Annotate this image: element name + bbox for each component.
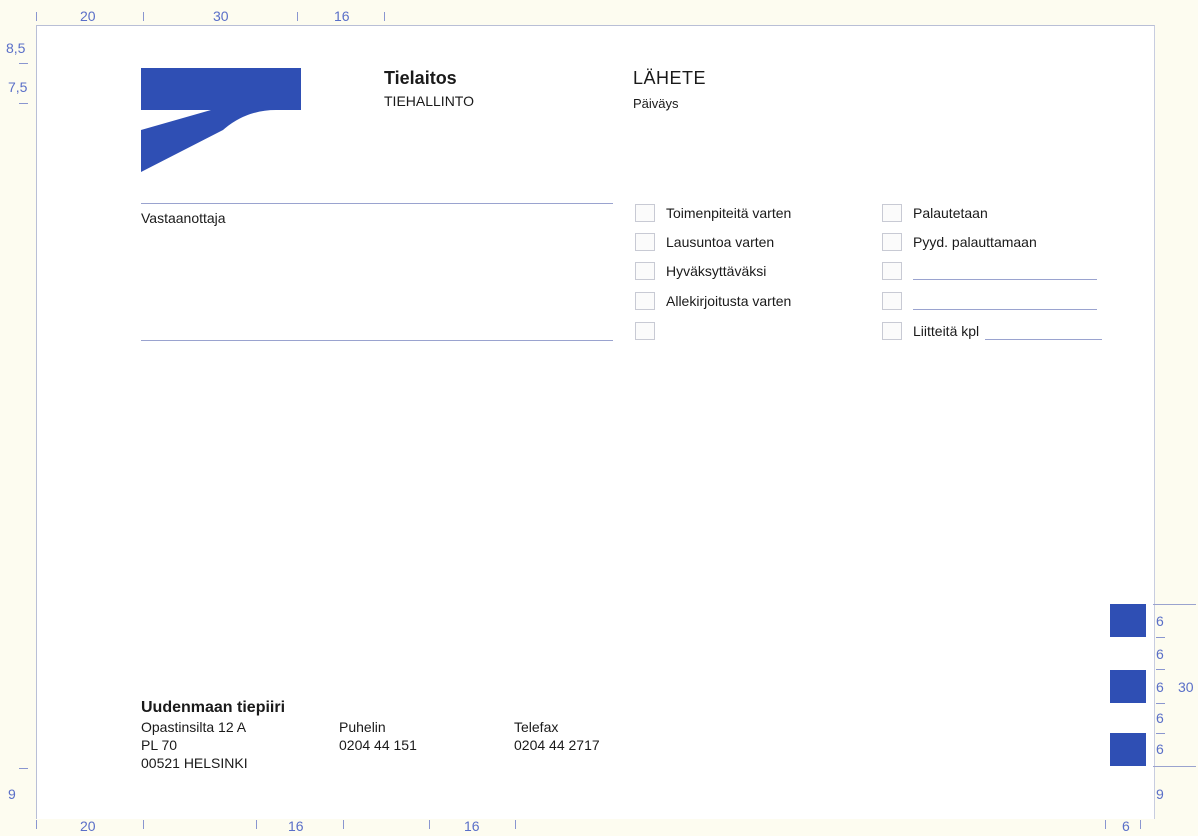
checkbox[interactable] bbox=[882, 204, 902, 222]
checkbox-row[interactable]: Hyväksyttäväksi bbox=[635, 261, 766, 281]
checkbox-label: Palautetaan bbox=[913, 205, 988, 221]
margin-tick bbox=[429, 820, 430, 829]
folding-mark-bar bbox=[1110, 733, 1146, 766]
margin-rule bbox=[1153, 604, 1196, 605]
fax-number: 0204 44 2717 bbox=[514, 737, 600, 753]
margin-tick bbox=[297, 12, 298, 21]
organization-name: Tielaitos bbox=[384, 68, 457, 88]
checkbox[interactable] bbox=[635, 322, 655, 340]
bottom-dimension-4: 6 bbox=[1122, 818, 1130, 834]
address-line: PL 70 bbox=[141, 737, 178, 753]
margin-tick bbox=[143, 12, 144, 21]
margin-tick bbox=[1140, 820, 1141, 829]
margin-rule bbox=[1153, 766, 1196, 767]
margin-tick bbox=[515, 820, 516, 829]
margin-tick bbox=[36, 820, 37, 829]
left-dimension-bottom: 9 bbox=[8, 786, 16, 802]
bottom-dimension-2: 16 bbox=[288, 818, 304, 834]
right-dimension: 6 bbox=[1156, 613, 1164, 629]
margin-tick bbox=[343, 820, 344, 829]
fax-label: Telefax bbox=[514, 719, 559, 735]
checkbox-row-attachments[interactable]: Liitteitä kpl bbox=[882, 321, 1103, 341]
bottom-dimension-1: 20 bbox=[80, 818, 96, 834]
attachments-count-line[interactable] bbox=[985, 338, 1103, 340]
margin-tick bbox=[36, 12, 37, 21]
checkbox[interactable] bbox=[882, 262, 902, 280]
checkbox-row[interactable]: Lausuntoa varten bbox=[635, 232, 774, 252]
checkbox-label: Lausuntoa varten bbox=[666, 234, 775, 250]
margin-tick bbox=[1156, 637, 1165, 638]
checkbox-row-blank[interactable] bbox=[882, 291, 1097, 311]
margin-tick bbox=[384, 12, 385, 21]
right-dimension-total: 30 bbox=[1178, 679, 1194, 695]
checkbox-label: Hyväksyttäväksi bbox=[666, 263, 767, 279]
phone-number: 0204 44 151 bbox=[339, 737, 417, 753]
margin-tick bbox=[19, 768, 28, 769]
margin-tick bbox=[1156, 703, 1165, 704]
recipient-top-line bbox=[141, 203, 613, 204]
margin-tick bbox=[19, 63, 28, 64]
document-title: LÄHETE bbox=[633, 68, 707, 88]
recipient-bottom-line bbox=[141, 340, 613, 341]
margin-tick bbox=[1105, 820, 1106, 829]
checkbox-label: Pyyd. palauttamaan bbox=[913, 234, 1037, 250]
right-dimension: 6 bbox=[1156, 646, 1164, 662]
top-dimension-3: 16 bbox=[334, 8, 350, 24]
margin-tick bbox=[19, 103, 28, 104]
recipient-label: Vastaanottaja bbox=[141, 210, 226, 226]
checkbox-row[interactable]: Palautetaan bbox=[882, 203, 988, 223]
department-name: TIEHALLINTO bbox=[384, 93, 474, 109]
right-dimension: 6 bbox=[1156, 679, 1164, 695]
top-dimension-1: 20 bbox=[80, 8, 96, 24]
checkbox[interactable] bbox=[882, 322, 902, 340]
checkbox-row[interactable] bbox=[635, 321, 666, 341]
checkbox[interactable] bbox=[882, 233, 902, 251]
right-dimension-bottom: 9 bbox=[1156, 786, 1164, 802]
write-in-line[interactable] bbox=[913, 278, 1097, 280]
checkbox-label: Allekirjoitusta varten bbox=[666, 293, 792, 309]
write-in-line[interactable] bbox=[913, 308, 1097, 310]
folding-mark-bar bbox=[1110, 670, 1146, 703]
left-dimension-2: 7,5 bbox=[8, 79, 28, 95]
checkbox-row[interactable]: Pyyd. palauttamaan bbox=[882, 232, 1037, 252]
checkbox[interactable] bbox=[635, 262, 655, 280]
checkbox-label: Liitteitä kpl bbox=[913, 323, 980, 339]
margin-tick bbox=[1156, 669, 1165, 670]
margin-tick bbox=[143, 820, 144, 829]
checkbox[interactable] bbox=[635, 292, 655, 310]
bottom-dimension-3: 16 bbox=[464, 818, 480, 834]
margin-tick bbox=[1156, 733, 1165, 734]
checkbox-label: Toimenpiteitä varten bbox=[666, 205, 792, 221]
checkbox[interactable] bbox=[635, 233, 655, 251]
district-name: Uudenmaan tiepiiri bbox=[141, 699, 286, 716]
address-line: Opastinsilta 12 A bbox=[141, 719, 247, 735]
folding-mark-bar bbox=[1110, 604, 1146, 637]
left-dimension-1: 8,5 bbox=[6, 40, 26, 56]
checkbox-row-blank[interactable] bbox=[882, 261, 1097, 281]
right-dimension: 6 bbox=[1156, 710, 1164, 726]
top-dimension-2: 30 bbox=[213, 8, 229, 24]
checkbox[interactable] bbox=[882, 292, 902, 310]
checkbox[interactable] bbox=[635, 204, 655, 222]
phone-label: Puhelin bbox=[339, 719, 386, 735]
checkbox-row[interactable]: Toimenpiteitä varten bbox=[635, 203, 791, 223]
margin-tick bbox=[256, 820, 257, 829]
tielaitos-logo bbox=[141, 68, 301, 172]
date-label: Päiväys bbox=[633, 96, 679, 111]
checkbox-row[interactable]: Allekirjoitusta varten bbox=[635, 291, 791, 311]
address-line: 00521 HELSINKI bbox=[141, 755, 248, 771]
right-dimension: 6 bbox=[1156, 741, 1164, 757]
